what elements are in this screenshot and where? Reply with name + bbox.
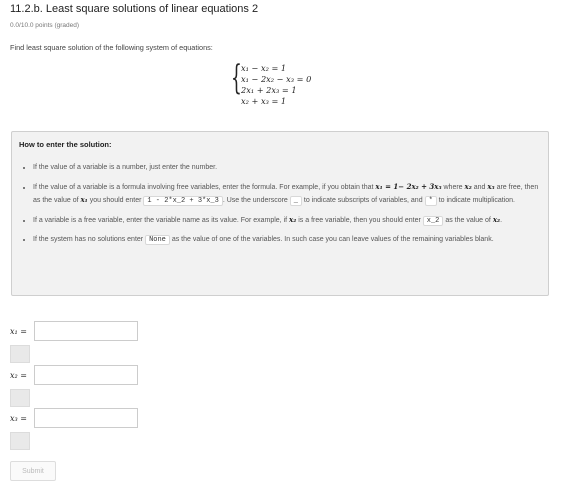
help-text: to indicate multiplication. bbox=[438, 197, 515, 204]
equation-4: x₂ + x₃ = 1 bbox=[241, 96, 287, 106]
help-text: . Use the underscore bbox=[222, 197, 288, 204]
problem-prompt: Find least square solution of the follow… bbox=[10, 43, 213, 52]
help-item: If a variable is a free variable, enter … bbox=[33, 214, 543, 227]
help-text: If the system has no solutions enter bbox=[33, 236, 144, 243]
help-item: If the system has no solutions enter Non… bbox=[33, 234, 543, 246]
x3-preview-box bbox=[10, 432, 30, 450]
math-var: x₃ bbox=[487, 182, 495, 191]
submit-button[interactable]: Submit bbox=[10, 461, 56, 481]
help-text: is a free variable, then you should ente… bbox=[298, 217, 421, 224]
math-var: x₁ bbox=[80, 195, 88, 204]
help-item: If the value of a variable is a number, … bbox=[33, 162, 543, 174]
problem-title: 11.2.b. Least square solutions of linear… bbox=[10, 3, 259, 15]
math-var: x₂ bbox=[289, 215, 297, 224]
help-text: where bbox=[443, 184, 463, 191]
help-text: . bbox=[500, 217, 503, 224]
help-text: as the value of bbox=[445, 217, 491, 224]
x2-preview-box bbox=[10, 389, 30, 407]
code-example: 1 - 2*x_2 + 3*x_3 bbox=[143, 196, 223, 206]
equation-system: { x₁ − x₂ = 1 x₁ − 2x₂ − x₃ = 0 2x₁ + 2x… bbox=[231, 61, 312, 107]
help-list: If the value of a variable is a number, … bbox=[19, 162, 543, 253]
help-text: If a variable is a free variable, enter … bbox=[33, 217, 288, 224]
help-panel: How to enter the solution: If the value … bbox=[11, 131, 549, 296]
left-brace: { bbox=[231, 58, 242, 98]
x1-label: x₁ = bbox=[10, 327, 27, 336]
help-text: as the value of one of the variables. In… bbox=[171, 236, 494, 243]
help-text: you should enter bbox=[89, 197, 142, 204]
x1-preview-box bbox=[10, 345, 30, 363]
x3-label: x₃ = bbox=[10, 414, 27, 423]
math-var: x₂ bbox=[464, 182, 472, 191]
help-text: If the value of a variable is a formula … bbox=[33, 184, 374, 191]
help-text: and bbox=[473, 184, 486, 191]
help-item-text: If the value of a variable is a number, … bbox=[33, 164, 218, 171]
x2-label: x₂ = bbox=[10, 371, 27, 380]
x1-input[interactable] bbox=[34, 321, 138, 341]
code-star: * bbox=[424, 196, 437, 206]
equation-1: x₁ − x₂ = 1 bbox=[241, 63, 287, 73]
equation-2: x₁ − 2x₂ − x₃ = 0 bbox=[241, 74, 312, 84]
equation-3: 2x₁ + 2x₃ = 1 bbox=[241, 85, 297, 95]
formula-example: x₁ = 1− 2x₂ + 3x₃ bbox=[375, 182, 442, 191]
help-title: How to enter the solution: bbox=[19, 140, 112, 149]
points-label: 0.0/10.0 points (graded) bbox=[10, 22, 80, 29]
help-text: to indicate subscripts of variables, and bbox=[303, 197, 423, 204]
x2-input[interactable] bbox=[34, 365, 138, 385]
code-example: x_2 bbox=[422, 216, 444, 226]
math-var: x₂ bbox=[492, 215, 501, 224]
code-none: None bbox=[145, 235, 170, 245]
help-item: If the value of a variable is a formula … bbox=[33, 181, 543, 207]
code-underscore: _ bbox=[289, 196, 302, 206]
x3-input[interactable] bbox=[34, 408, 138, 428]
